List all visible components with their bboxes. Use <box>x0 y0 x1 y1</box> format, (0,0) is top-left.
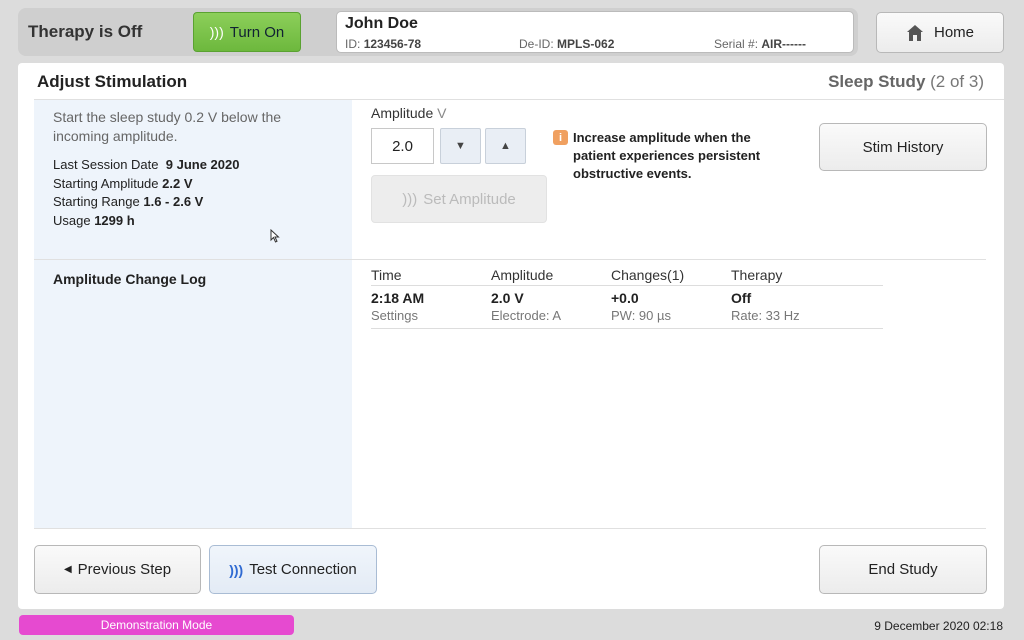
step-indicator: Sleep Study (2 of 3) <box>828 72 984 91</box>
info-icon: i <box>553 130 568 145</box>
table-row: 2:18 AM 2.0 V +0.0 Off <box>371 290 883 306</box>
triangle-down-icon: ▼ <box>455 140 466 152</box>
usage: Usage 1299 h <box>53 213 135 228</box>
patient-name: John Doe <box>345 15 418 32</box>
log-title: Amplitude Change Log <box>53 271 207 287</box>
section-divider <box>34 259 986 260</box>
amplitude-value-field[interactable]: 2.0 <box>371 128 434 164</box>
amplitude-label: Amplitude V <box>371 105 447 121</box>
current-datetime: 9 December 2020 02:18 <box>874 619 1003 633</box>
table-header: Therapy <box>731 267 783 283</box>
home-label: Home <box>933 24 974 41</box>
last-session-date: Last Session Date 9 June 2020 <box>53 157 240 172</box>
amplitude-increase-button[interactable]: ▲ <box>485 128 526 164</box>
table-row: Settings Electrode: A PW: 90 µs Rate: 33… <box>371 308 883 329</box>
table-header: Amplitude <box>491 267 554 283</box>
home-button[interactable]: Home <box>876 12 1004 53</box>
left-info-column: Start the sleep study 0.2 V below the in… <box>34 100 352 528</box>
demonstration-mode-badge: Demonstration Mode <box>19 615 294 635</box>
starting-amplitude: Starting Amplitude 2.2 V <box>53 176 193 191</box>
triangle-left-icon: ◀ <box>63 564 72 575</box>
triangle-up-icon: ▲ <box>500 140 511 152</box>
previous-step-button[interactable]: ◀ Previous Step <box>34 545 201 594</box>
stimulation-wave-icon: ))) <box>209 24 224 40</box>
stim-history-button[interactable]: Stim History <box>819 123 987 171</box>
table-cell: Settings <box>371 308 418 323</box>
table-header: Time <box>371 267 402 283</box>
turn-on-button[interactable]: ))) Turn On <box>193 12 301 52</box>
amplitude-change-log-table: Time Amplitude Changes(1) Therapy 2:18 A… <box>371 265 883 329</box>
wireless-signal-icon: ))) <box>229 561 244 578</box>
table-cell: +0.0 <box>611 290 639 306</box>
instruction-text: Start the sleep study 0.2 V below the in… <box>53 109 282 144</box>
page-title: Adjust Stimulation <box>37 72 188 91</box>
home-icon <box>906 24 924 42</box>
patient-deid: De-ID: MPLS-062 <box>519 37 615 51</box>
therapy-status: Therapy is Off <box>28 22 143 41</box>
table-cell: Rate: 33 Hz <box>731 308 800 323</box>
table-cell: 2.0 V <box>491 290 524 306</box>
main-panel: Adjust Stimulation Sleep Study (2 of 3) … <box>18 63 1004 609</box>
stimulation-wave-icon: ))) <box>402 190 418 208</box>
table-header: Changes(1) <box>611 267 685 283</box>
footer-divider <box>34 528 986 529</box>
patient-id: ID: 123456-78 <box>345 37 422 51</box>
table-header-row: Time Amplitude Changes(1) Therapy <box>371 265 883 286</box>
amplitude-note: Increase amplitude when the patient expe… <box>573 130 761 181</box>
amplitude-decrease-button[interactable]: ▼ <box>440 128 481 164</box>
top-bar: Therapy is Off ))) Turn On John Doe ID: … <box>18 8 858 56</box>
set-amplitude-button[interactable]: ))) Set Amplitude <box>371 175 547 223</box>
patient-serial: Serial #: AIR------ <box>714 37 807 51</box>
table-cell: 2:18 AM <box>371 290 425 306</box>
table-cell: Off <box>731 290 752 306</box>
end-study-button[interactable]: End Study <box>819 545 987 594</box>
turn-on-label: Turn On <box>229 23 285 41</box>
table-cell: Electrode: A <box>491 308 562 323</box>
starting-range: Starting Range 1.6 - 2.6 V <box>53 194 204 209</box>
mouse-cursor-icon <box>270 228 280 248</box>
test-connection-button[interactable]: ))) Test Connection <box>209 545 377 594</box>
table-cell: PW: 90 µs <box>611 308 671 323</box>
patient-card: John Doe ID: 123456-78 De-ID: MPLS-062 S… <box>336 11 854 53</box>
